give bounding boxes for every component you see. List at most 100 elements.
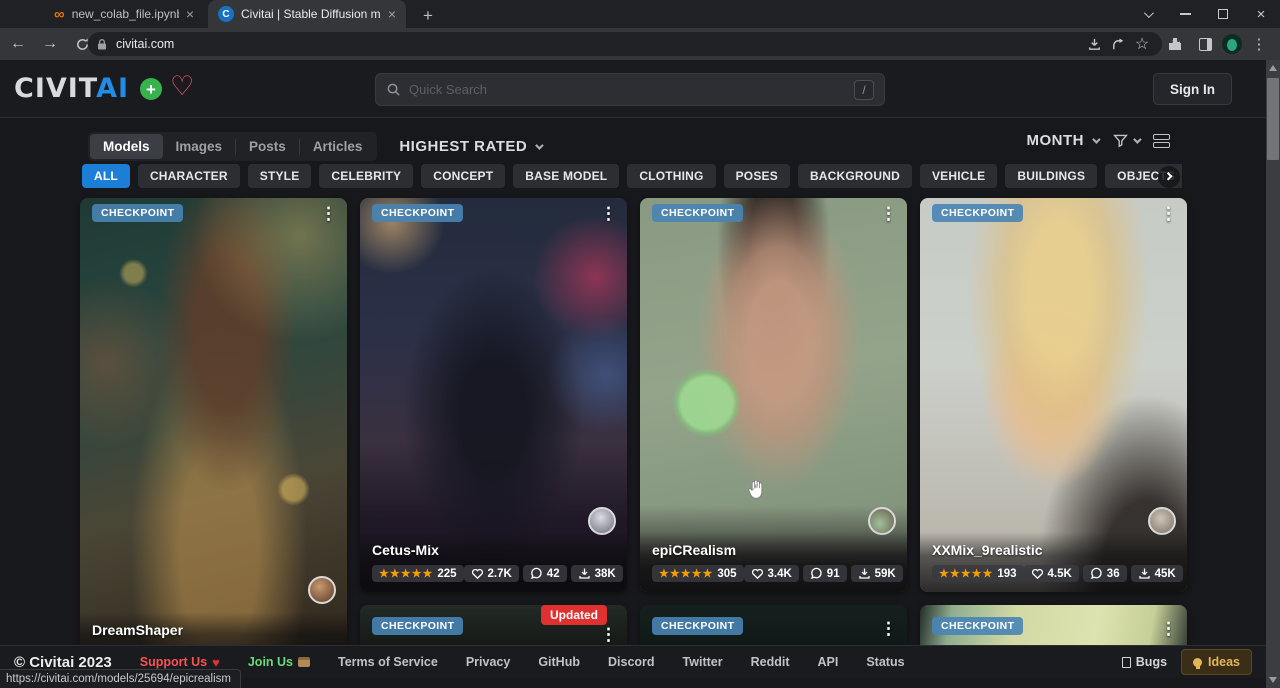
creator-avatar[interactable] <box>868 507 896 535</box>
scroll-up-arrow[interactable] <box>1269 65 1277 71</box>
card-menu-icon[interactable]: ⋮ <box>1160 204 1177 224</box>
star-rating-icon: ★★★★★ <box>659 567 713 580</box>
downloads-pill: 38K <box>571 565 623 582</box>
model-type-badge: CHECKPOINT <box>372 617 463 635</box>
ideas-label: Ideas <box>1208 655 1240 669</box>
creator-avatar[interactable] <box>588 507 616 535</box>
heart-support-icon[interactable]: ♡ <box>170 71 194 102</box>
side-panel-icon[interactable] <box>1192 31 1218 57</box>
chevron-down-icon <box>1092 135 1100 143</box>
extensions-icon[interactable] <box>1162 31 1188 57</box>
category-chip-vehicle[interactable]: VEHICLE <box>920 164 997 188</box>
close-tab-icon[interactable]: × <box>388 7 396 21</box>
category-chip-style[interactable]: STYLE <box>248 164 312 188</box>
category-chip-background[interactable]: BACKGROUND <box>798 164 912 188</box>
close-tab-icon[interactable]: × <box>186 7 194 21</box>
footer-link-join-us[interactable]: Join Us <box>248 655 310 669</box>
card-menu-icon[interactable]: ⋮ <box>320 204 337 224</box>
model-card-xxmix-9realistic[interactable]: CHECKPOINT ⋮ XXMix_9realistic ★★★★★ 193 … <box>920 198 1187 592</box>
category-chip-base-model[interactable]: BASE MODEL <box>513 164 619 188</box>
model-preview-image <box>80 198 347 645</box>
browser-toolbar: ← → civitai.com ☆ ⋮ <box>0 28 1280 60</box>
sign-in-button[interactable]: Sign In <box>1153 73 1232 105</box>
star-rating-icon: ★★★★★ <box>379 567 433 580</box>
category-chip-clothing[interactable]: CLOTHING <box>627 164 715 188</box>
model-card-partial[interactable]: CHECKPOINT ⋮ <box>920 605 1187 645</box>
maximize-button[interactable] <box>1204 0 1242 28</box>
footer-link-discord[interactable]: Discord <box>608 655 655 669</box>
browser-tab-colab[interactable]: ∞ new_colab_file.ipynb - Colaborat × <box>44 0 204 28</box>
chrome-profile-avatar[interactable] <box>1222 34 1242 54</box>
forward-button[interactable]: → <box>36 30 64 58</box>
share-icon[interactable] <box>1106 33 1130 55</box>
minimize-button[interactable] <box>1166 0 1204 28</box>
layout-toggle-icon[interactable] <box>1153 134 1170 148</box>
category-filter-row: ALL CHARACTER STYLE CELEBRITY CONCEPT BA… <box>82 164 1182 188</box>
likes-count: 4.5K <box>1048 568 1072 580</box>
creator-avatar[interactable] <box>308 576 336 604</box>
footer-link-github[interactable]: GitHub <box>538 655 580 669</box>
period-dropdown[interactable]: MONTH <box>1027 132 1099 149</box>
site-header: CIVITAI + ♡ / Sign In <box>0 60 1280 118</box>
category-chip-all[interactable]: ALL <box>82 164 130 188</box>
category-chip-buildings[interactable]: BUILDINGS <box>1005 164 1097 188</box>
url-text[interactable]: civitai.com <box>116 37 1082 51</box>
model-card-partial[interactable]: CHECKPOINT Updated ⋮ <box>360 605 627 645</box>
model-name: epiCRealism <box>652 542 895 558</box>
bugs-link[interactable]: Bugs <box>1122 655 1167 669</box>
lock-icon <box>96 38 108 51</box>
model-card-partial[interactable]: CHECKPOINT ⋮ <box>640 605 907 645</box>
downloads-pill: 59K <box>851 565 903 582</box>
bookmark-star-icon[interactable]: ☆ <box>1130 33 1154 55</box>
new-tab-button[interactable]: + <box>416 4 440 28</box>
period-label-text: MONTH <box>1027 132 1085 149</box>
close-window-button[interactable]: × <box>1242 0 1280 28</box>
chrome-dropdown-icon[interactable] <box>1128 0 1166 28</box>
creator-avatar[interactable] <box>1148 507 1176 535</box>
search-bar[interactable]: / <box>375 73 885 106</box>
model-card-epicrealism[interactable]: CHECKPOINT ⋮ epiCRealism ★★★★★ 305 3.4K <box>640 198 907 592</box>
chrome-menu-icon[interactable]: ⋮ <box>1246 31 1272 57</box>
tab-models[interactable]: Models <box>90 134 163 159</box>
tab-articles[interactable]: Articles <box>300 134 376 159</box>
sort-dropdown[interactable]: HIGHEST RATED <box>399 138 541 155</box>
scroll-down-arrow[interactable] <box>1269 677 1277 683</box>
toolbar-actions: ⋮ <box>1162 31 1272 57</box>
card-menu-icon[interactable]: ⋮ <box>880 204 897 224</box>
categories-scroll-right-button[interactable] <box>1158 166 1180 188</box>
footer-link-reddit[interactable]: Reddit <box>751 655 790 669</box>
card-menu-icon[interactable]: ⋮ <box>880 619 897 639</box>
browser-tab-civitai[interactable]: C Civitai | Stable Diffusion models, × <box>208 0 406 28</box>
address-bar[interactable]: civitai.com ☆ <box>88 32 1162 56</box>
category-chip-character[interactable]: CHARACTER <box>138 164 240 188</box>
scrollbar-thumb[interactable] <box>1267 78 1279 160</box>
model-card-cetus-mix[interactable]: CHECKPOINT ⋮ Cetus-Mix ★★★★★ 225 2.7K <box>360 198 627 592</box>
civitai-logo[interactable]: CIVITAI <box>14 73 129 104</box>
footer-right: Bugs Ideas <box>1122 649 1252 675</box>
filter-funnel-icon <box>1112 132 1129 149</box>
content-type-tabs: Models Images Posts Articles <box>88 132 377 161</box>
heart-icon: ♥ <box>212 655 220 670</box>
tab-posts[interactable]: Posts <box>236 134 299 159</box>
card-menu-icon[interactable]: ⋮ <box>600 625 617 645</box>
footer-link-twitter[interactable]: Twitter <box>683 655 723 669</box>
footer-link-api[interactable]: API <box>817 655 838 669</box>
category-chip-poses[interactable]: POSES <box>724 164 790 188</box>
footer-link-terms[interactable]: Terms of Service <box>338 655 438 669</box>
footer-link-support-us[interactable]: Support Us ♥ <box>140 655 220 670</box>
category-chip-concept[interactable]: CONCEPT <box>421 164 505 188</box>
tab-images[interactable]: Images <box>163 134 236 159</box>
category-chip-celebrity[interactable]: CELEBRITY <box>319 164 413 188</box>
filter-dropdown[interactable] <box>1112 132 1139 149</box>
download-page-icon[interactable] <box>1082 33 1106 55</box>
ideas-button[interactable]: Ideas <box>1181 649 1252 675</box>
search-input[interactable] <box>409 82 854 97</box>
card-menu-icon[interactable]: ⋮ <box>600 204 617 224</box>
footer-link-status[interactable]: Status <box>866 655 904 669</box>
page-scrollbar[interactable] <box>1266 60 1280 688</box>
footer-link-privacy[interactable]: Privacy <box>466 655 510 669</box>
card-menu-icon[interactable]: ⋮ <box>1160 619 1177 639</box>
model-card-dreamshaper[interactable]: CHECKPOINT ⋮ DreamShaper <box>80 198 347 645</box>
back-button[interactable]: ← <box>4 30 32 58</box>
upload-plus-button[interactable]: + <box>140 78 162 100</box>
